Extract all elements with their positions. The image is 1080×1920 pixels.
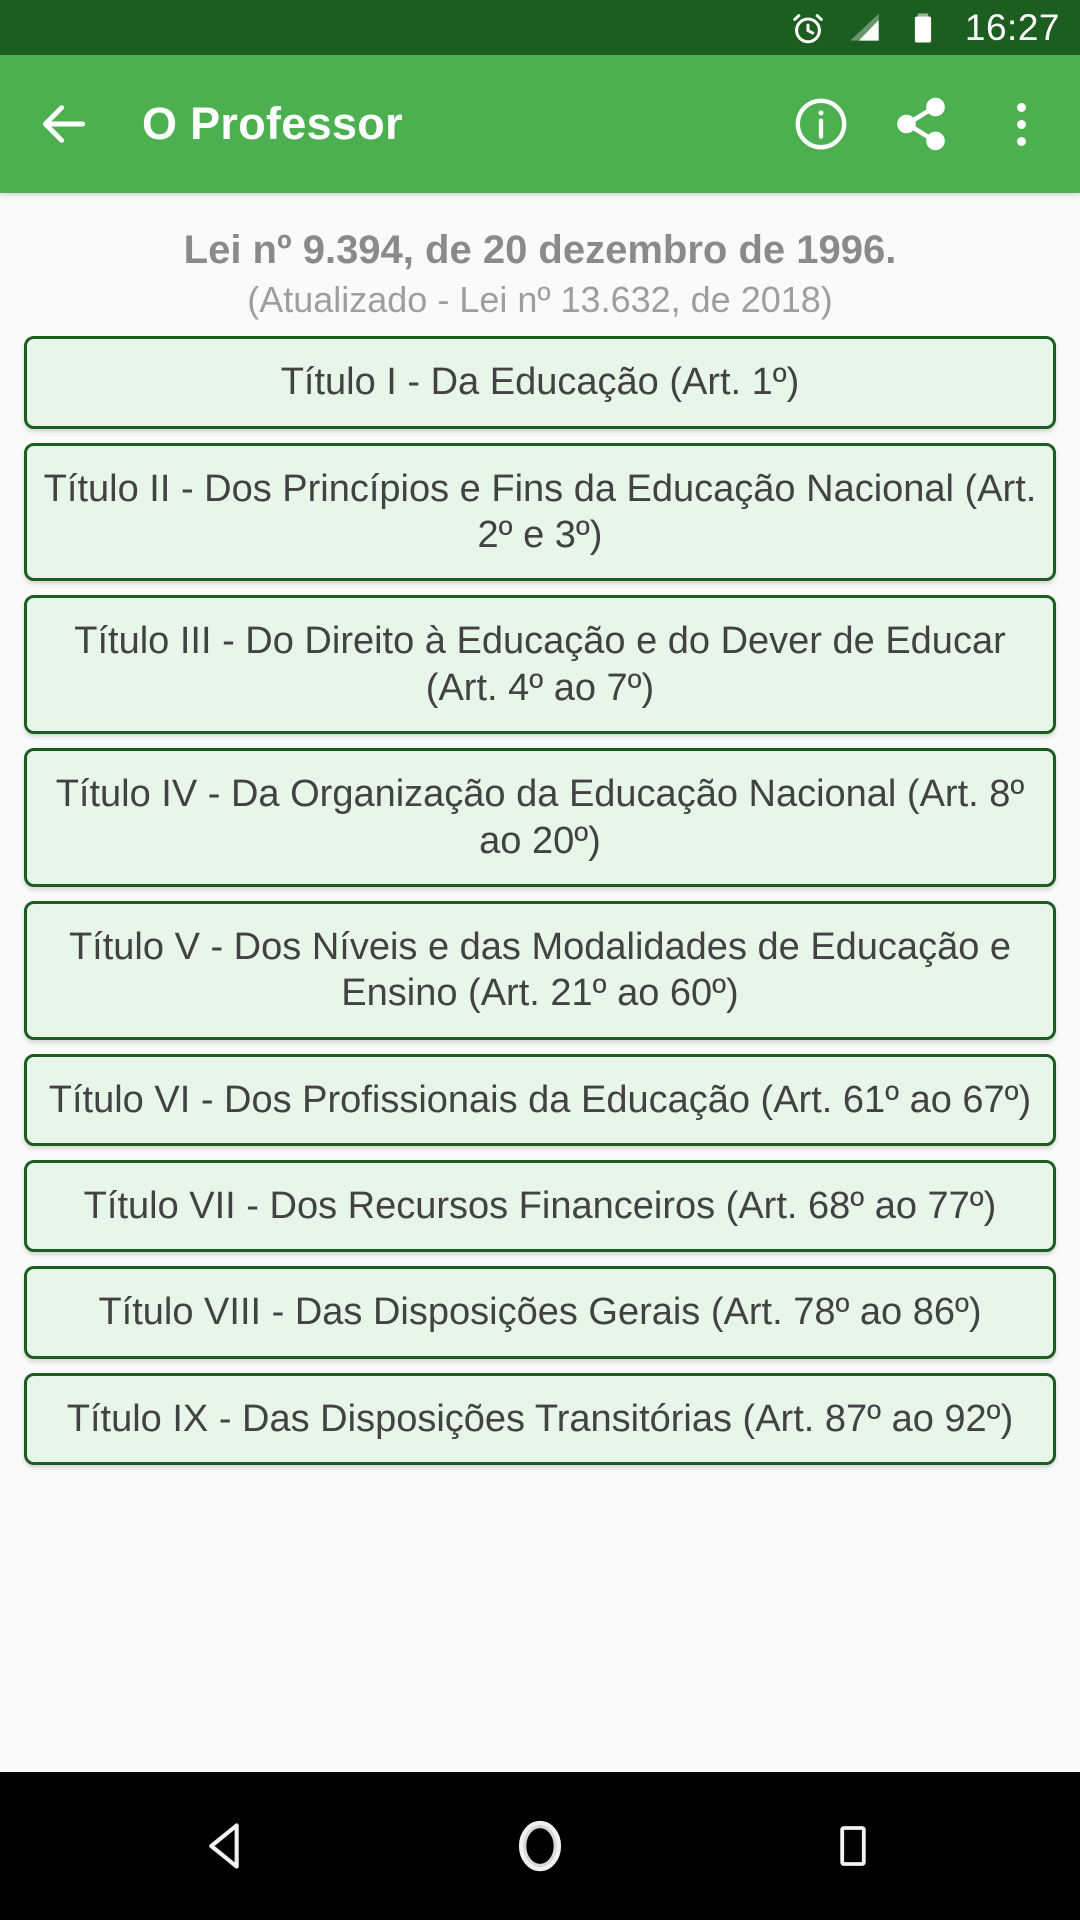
android-home-button[interactable] [485,1791,595,1901]
app-bar: O Professor [0,55,1080,193]
dot [1016,102,1026,112]
alarm-icon [789,9,827,47]
phone-screen: 16:27 O Professor Lei nº 9.394, de 20 de… [0,0,1080,1920]
list-item[interactable]: Título II - Dos Princípios e Fins da Edu… [24,442,1056,582]
dot [1016,119,1026,129]
signal-icon [847,9,885,47]
list-item[interactable]: Título V - Dos Níveis e das Modalidades … [24,900,1056,1040]
list-item[interactable]: Título VIII - Das Disposições Gerais (Ar… [24,1266,1056,1359]
share-icon[interactable] [890,93,952,155]
list-item[interactable]: Título VI - Dos Profissionais da Educaçã… [24,1053,1056,1146]
more-options-icon[interactable] [990,102,1052,146]
info-icon[interactable] [790,93,852,155]
list-item[interactable]: Título IX - Das Disposições Transitórias… [24,1372,1056,1466]
status-bar: 16:27 [0,0,1080,55]
list-item[interactable]: Título IV - Da Organização da Educação N… [24,748,1056,887]
battery-icon [905,10,941,46]
law-title: Lei nº 9.394, de 20 dezembro de 1996. [183,228,897,272]
app-bar-actions [790,93,1052,155]
dot [1016,136,1026,146]
page-title: O Professor [142,98,403,149]
android-recents-button[interactable] [798,1791,908,1901]
list-item[interactable]: Título I - Da Educação (Art. 1º) [24,336,1056,429]
list-item[interactable]: Título III - Do Direito à Educação e do … [24,595,1056,735]
list-item[interactable]: Título VII - Dos Recursos Financeiros (A… [24,1159,1056,1253]
law-subtitle: (Atualizado - Lei nº 13.632, de 2018) [247,279,833,320]
back-arrow-icon[interactable] [28,88,100,160]
android-back-button[interactable] [172,1791,282,1901]
status-bar-icons [789,9,941,47]
titles-list: Título I - Da Educação (Art. 1º) Título … [0,320,1080,1466]
android-navigation-bar [0,1772,1080,1920]
status-bar-clock: 16:27 [964,6,1060,48]
content-area: Lei nº 9.394, de 20 dezembro de 1996. (A… [0,193,1080,1772]
